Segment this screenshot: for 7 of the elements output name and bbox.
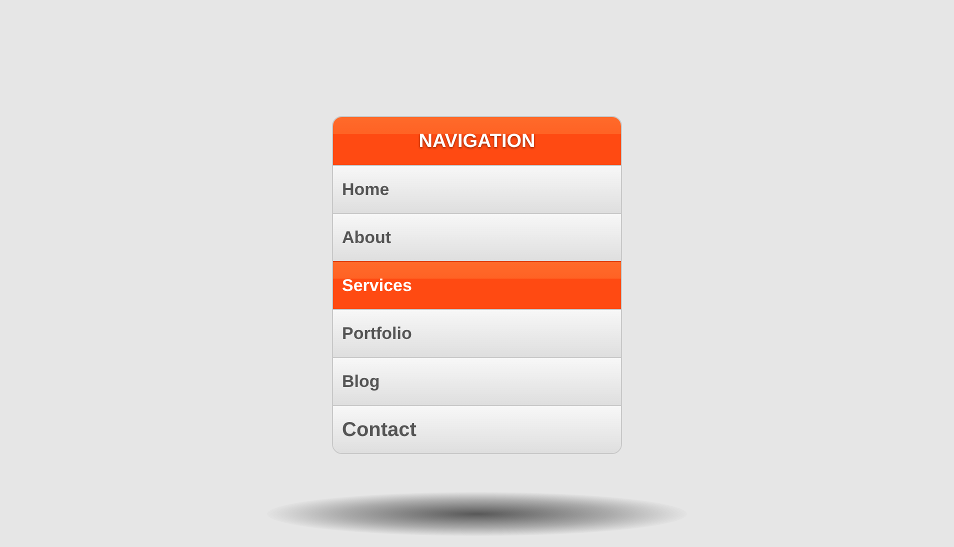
menu-item[interactable]: Blog xyxy=(333,357,621,405)
menu-item[interactable]: Services xyxy=(333,261,621,309)
menu-title: NAVIGATION xyxy=(333,117,621,165)
menu-item[interactable]: Contact xyxy=(333,405,621,453)
menu-item[interactable]: About xyxy=(333,213,621,261)
menu-item[interactable]: Home xyxy=(333,165,621,213)
menu-item[interactable]: Portfolio xyxy=(333,309,621,357)
